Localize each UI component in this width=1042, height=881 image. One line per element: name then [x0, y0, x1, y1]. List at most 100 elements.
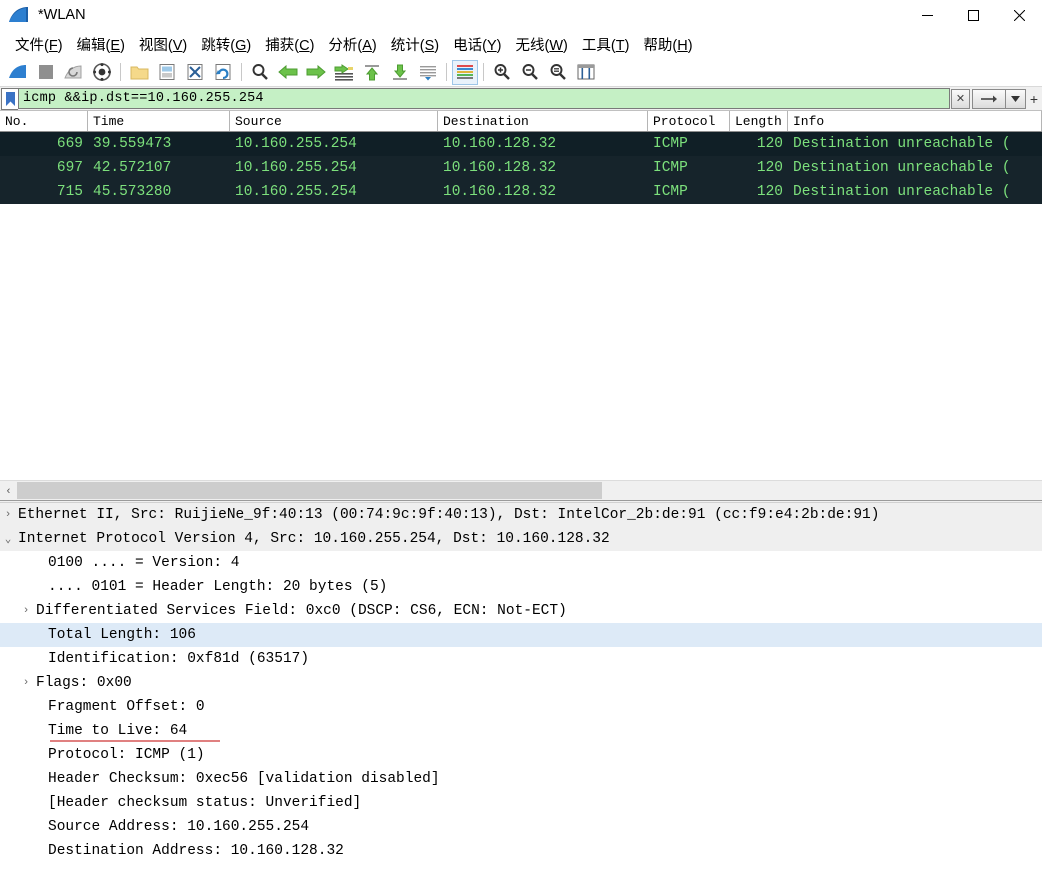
window-title: *WLAN [38, 7, 86, 23]
detail-label: Fragment Offset: 0 [48, 699, 205, 715]
main-toolbar [0, 58, 1042, 87]
hscroll-track[interactable] [17, 482, 1042, 499]
packet-source: 10.160.255.254 [235, 136, 357, 152]
column-header-no[interactable]: No. [0, 111, 88, 131]
open-file-icon[interactable] [126, 60, 152, 85]
maximize-button[interactable] [950, 0, 996, 30]
add-filter-button[interactable]: + [1026, 91, 1042, 107]
go-to-packet-icon[interactable] [331, 60, 357, 85]
close-file-icon[interactable] [182, 60, 208, 85]
window-controls [904, 0, 1042, 30]
packet-destination: 10.160.128.32 [443, 184, 557, 200]
detail-ip-header-length[interactable]: .... 0101 = Header Length: 20 bytes (5) [0, 575, 1042, 599]
column-header-protocol[interactable]: Protocol [648, 111, 730, 131]
colorize-icon[interactable] [452, 59, 478, 85]
hscroll-thumb[interactable] [17, 482, 602, 499]
zoom-in-icon[interactable] [489, 60, 515, 85]
go-back-icon[interactable] [275, 60, 301, 85]
save-file-icon[interactable] [154, 60, 180, 85]
packet-length: 120 [756, 184, 783, 200]
capture-options-icon[interactable] [89, 60, 115, 85]
packet-list-body: 669 39.559473 10.160.255.254 10.160.128.… [0, 132, 1042, 480]
bookmark-icon[interactable] [1, 88, 18, 110]
detail-label: Total Length: 106 [48, 627, 196, 643]
column-header-destination[interactable]: Destination [438, 111, 648, 131]
column-header-info[interactable]: Info [788, 111, 1042, 131]
menu-file[interactable]: 文件(F) [8, 31, 70, 58]
restart-capture-icon[interactable] [61, 60, 87, 85]
packet-list-hscrollbar[interactable]: ‹ [0, 480, 1042, 500]
start-capture-icon[interactable] [5, 60, 31, 85]
stop-capture-icon[interactable] [33, 60, 59, 85]
menu-edit[interactable]: 编辑(E) [70, 31, 132, 58]
display-filter-field[interactable] [18, 88, 950, 109]
go-forward-icon[interactable] [303, 60, 329, 85]
reload-file-icon[interactable] [210, 60, 236, 85]
go-to-last-icon[interactable] [387, 60, 413, 85]
detail-ip-dest-address[interactable]: Destination Address: 10.160.128.32 [0, 839, 1042, 863]
menu-analyze[interactable]: 分析(A) [321, 31, 383, 58]
menu-capture[interactable]: 捕获(C) [258, 31, 321, 58]
packet-protocol: ICMP [653, 184, 688, 200]
menu-edit-label: 编辑 [76, 37, 106, 54]
scroll-left-icon[interactable]: ‹ [0, 482, 17, 500]
packet-row-669[interactable]: 669 39.559473 10.160.255.254 10.160.128.… [0, 132, 1042, 156]
packet-row-715[interactable]: 715 45.573280 10.160.255.254 10.160.128.… [0, 180, 1042, 204]
column-header-time[interactable]: Time [88, 111, 230, 131]
packet-list: No. Time Source Destination Protocol Len… [0, 111, 1042, 480]
zoom-out-icon[interactable] [517, 60, 543, 85]
chevron-right-icon[interactable]: › [18, 677, 34, 689]
title-bar: *WLAN [0, 0, 1042, 30]
chevron-right-icon[interactable]: › [0, 509, 16, 521]
packet-row-697[interactable]: 697 42.572107 10.160.255.254 10.160.128.… [0, 156, 1042, 180]
detail-ip-dsfield[interactable]: › Differentiated Services Field: 0xc0 (D… [0, 599, 1042, 623]
column-header-length[interactable]: Length [730, 111, 788, 131]
detail-ip-source-address[interactable]: Source Address: 10.160.255.254 [0, 815, 1042, 839]
detail-label: [Header checksum status: Unverified] [48, 795, 362, 811]
chevron-right-icon[interactable]: › [18, 605, 34, 617]
menu-telephony-label: 电话 [453, 37, 483, 54]
detail-ip-identification[interactable]: Identification: 0xf81d (63517) [0, 647, 1042, 671]
find-packet-icon[interactable] [247, 60, 273, 85]
resize-columns-icon[interactable] [573, 60, 599, 85]
auto-scroll-icon[interactable] [415, 60, 441, 85]
packet-no: 697 [56, 160, 83, 176]
menu-wireless[interactable]: 无线(W) [508, 31, 574, 58]
minimize-button[interactable] [904, 0, 950, 30]
detail-label: Header Checksum: 0xec56 [validation disa… [48, 771, 440, 787]
close-button[interactable] [996, 0, 1042, 30]
menu-view[interactable]: 视图(V) [132, 31, 194, 58]
chevron-down-icon[interactable]: ⌄ [0, 532, 16, 546]
detail-ip-fragment-offset[interactable]: Fragment Offset: 0 [0, 695, 1042, 719]
display-filter-input[interactable] [19, 90, 949, 107]
menu-help[interactable]: 帮助(H) [636, 31, 699, 58]
menu-statistics[interactable]: 统计(S) [384, 31, 446, 58]
filter-history-dropdown[interactable] [1006, 88, 1026, 109]
toolbar-separator-1 [120, 63, 121, 81]
packet-source: 10.160.255.254 [235, 184, 357, 200]
detail-ip-protocol[interactable]: Protocol: ICMP (1) [0, 743, 1042, 767]
detail-ip-checksum-status[interactable]: [Header checksum status: Unverified] [0, 791, 1042, 815]
detail-label: Flags: 0x00 [36, 675, 132, 691]
menu-go[interactable]: 跳转(G) [194, 31, 258, 58]
detail-label: Source Address: 10.160.255.254 [48, 819, 310, 835]
menu-help-label: 帮助 [643, 37, 673, 54]
menu-tools-label: 工具 [581, 37, 611, 54]
toolbar-separator-4 [483, 63, 484, 81]
detail-ethernet-ii[interactable]: › Ethernet II, Src: RuijieNe_9f:40:13 (0… [0, 503, 1042, 527]
detail-ipv4[interactable]: ⌄ Internet Protocol Version 4, Src: 10.1… [0, 527, 1042, 551]
packet-info: Destination unreachable ( [793, 184, 1011, 200]
clear-filter-button[interactable]: ✕ [951, 88, 970, 109]
detail-ip-total-length[interactable]: Total Length: 106 [0, 623, 1042, 647]
apply-filter-button[interactable] [972, 88, 1006, 109]
detail-ip-version[interactable]: 0100 .... = Version: 4 [0, 551, 1042, 575]
detail-ip-ttl[interactable]: Time to Live: 64 [0, 719, 1042, 743]
detail-label: Ethernet II, Src: RuijieNe_9f:40:13 (00:… [18, 507, 880, 523]
column-header-source[interactable]: Source [230, 111, 438, 131]
detail-ip-header-checksum[interactable]: Header Checksum: 0xec56 [validation disa… [0, 767, 1042, 791]
zoom-reset-icon[interactable] [545, 60, 571, 85]
menu-telephony[interactable]: 电话(Y) [446, 31, 508, 58]
detail-ip-flags[interactable]: › Flags: 0x00 [0, 671, 1042, 695]
go-to-first-icon[interactable] [359, 60, 385, 85]
menu-tools[interactable]: 工具(T) [575, 31, 637, 58]
